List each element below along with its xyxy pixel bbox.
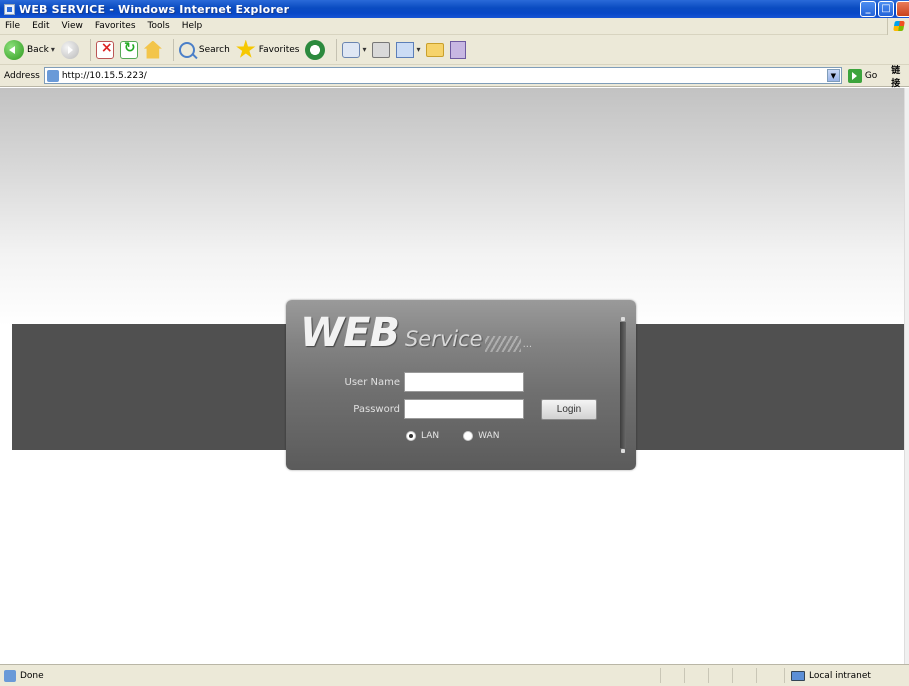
page-done-icon — [4, 669, 16, 682]
menu-favorites[interactable]: Favorites — [95, 21, 136, 31]
username-row: User Name — [322, 372, 524, 392]
star-icon — [236, 39, 256, 58]
logo-stripes — [484, 336, 521, 352]
stop-button[interactable] — [95, 40, 114, 59]
mail-icon — [342, 41, 361, 58]
password-input[interactable] — [404, 399, 524, 419]
history-icon — [305, 39, 326, 60]
back-label: Back — [27, 44, 49, 55]
address-url: http://10.15.5.223/ — [61, 70, 147, 81]
edit-dropdown-icon[interactable]: ▾ — [416, 45, 420, 54]
minimize-button[interactable]: _ — [860, 1, 876, 17]
favorites-button[interactable]: Favorites — [236, 39, 300, 60]
menu-file[interactable]: File — [5, 21, 20, 31]
scrollbar[interactable] — [904, 88, 909, 664]
page-content: WEB Service ... User Name Password Login… — [0, 88, 909, 664]
security-zone[interactable]: Local intranet — [784, 668, 871, 683]
research-button[interactable] — [450, 40, 467, 59]
address-label: Address — [4, 70, 40, 81]
printer-icon — [372, 41, 391, 58]
logo-service-text: Service — [404, 327, 483, 351]
home-icon — [143, 40, 162, 59]
refresh-icon — [119, 40, 138, 59]
print-button[interactable] — [372, 41, 391, 58]
intranet-icon — [791, 670, 805, 681]
toolbar: Back ▾ Search Favorites ▾ ▾ — [0, 35, 909, 65]
toolbar-separator — [336, 38, 338, 61]
status-cells — [660, 668, 780, 683]
menu-view[interactable]: View — [62, 21, 83, 31]
address-input[interactable]: http://10.15.5.223/ ▼ — [43, 67, 842, 84]
status-text: Done — [20, 670, 44, 681]
search-icon — [178, 41, 195, 58]
username-label: User Name — [344, 376, 400, 388]
ie-app-icon — [4, 3, 15, 15]
edit-button[interactable]: ▾ — [396, 41, 420, 58]
window-title: WEB SERVICE - Windows Internet Explorer — [19, 2, 290, 16]
menu-help[interactable]: Help — [182, 21, 203, 31]
logo-dots: ... — [522, 339, 533, 350]
search-button[interactable]: Search — [178, 41, 230, 58]
window-controls: _ □ — [860, 1, 909, 17]
edit-page-icon — [396, 41, 415, 58]
mail-dropdown-icon[interactable]: ▾ — [362, 45, 366, 54]
status-cell — [756, 668, 780, 683]
address-dropdown-icon[interactable]: ▼ — [826, 69, 840, 82]
folder-button[interactable] — [426, 42, 445, 57]
lan-label[interactable]: LAN — [421, 431, 439, 441]
username-input[interactable] — [404, 372, 524, 392]
wan-label[interactable]: WAN — [478, 431, 499, 441]
home-button[interactable] — [143, 40, 162, 59]
search-label: Search — [198, 44, 230, 55]
menu-bar: File Edit View Favorites Tools Help — [0, 18, 909, 35]
lan-radio[interactable] — [406, 431, 416, 441]
toolbar-separator — [172, 38, 174, 61]
status-cell — [660, 668, 684, 683]
zone-label: Local intranet — [809, 670, 871, 681]
menu-edit[interactable]: Edit — [32, 21, 49, 31]
history-button[interactable] — [305, 39, 326, 60]
login-button[interactable]: Login — [541, 399, 597, 420]
page-icon — [46, 69, 59, 82]
toolbar-separator — [89, 38, 91, 61]
login-panel: WEB Service ... User Name Password Login… — [286, 300, 636, 470]
logo-web-text: WEB — [300, 310, 400, 356]
folder-icon — [426, 42, 445, 57]
forward-arrow-icon — [60, 40, 79, 59]
web-service-logo: WEB Service ... — [300, 310, 532, 356]
close-button[interactable] — [896, 1, 909, 17]
mail-button[interactable]: ▾ — [342, 41, 366, 58]
back-arrow-icon — [4, 39, 24, 60]
network-radio-group: LAN WAN — [406, 431, 523, 441]
windows-logo-icon — [887, 18, 909, 35]
title-bar: WEB SERVICE - Windows Internet Explorer … — [0, 0, 909, 18]
status-cell — [732, 668, 756, 683]
wan-radio[interactable] — [463, 431, 474, 441]
menu-tools[interactable]: Tools — [148, 21, 170, 31]
stop-icon — [95, 40, 114, 59]
panel-side-bar — [620, 317, 626, 453]
maximize-button[interactable]: □ — [878, 1, 894, 17]
go-label: Go — [864, 70, 878, 81]
go-arrow-icon — [847, 68, 862, 83]
address-bar: Address http://10.15.5.223/ ▼ Go 链接 — [0, 63, 909, 89]
status-bar: Done Local intranet — [0, 664, 909, 686]
refresh-button[interactable] — [119, 40, 138, 59]
go-button[interactable]: Go — [847, 68, 878, 83]
back-button[interactable]: Back ▾ — [4, 39, 55, 60]
background-gradient — [0, 88, 909, 326]
status-cell — [708, 668, 732, 683]
links-label[interactable]: 链接 — [891, 63, 909, 89]
research-icon — [450, 40, 467, 59]
favorites-label: Favorites — [258, 44, 300, 55]
forward-button[interactable] — [60, 40, 79, 59]
password-row: Password — [322, 399, 524, 419]
back-dropdown-icon[interactable]: ▾ — [51, 45, 55, 54]
password-label: Password — [353, 403, 400, 415]
status-cell — [684, 668, 708, 683]
